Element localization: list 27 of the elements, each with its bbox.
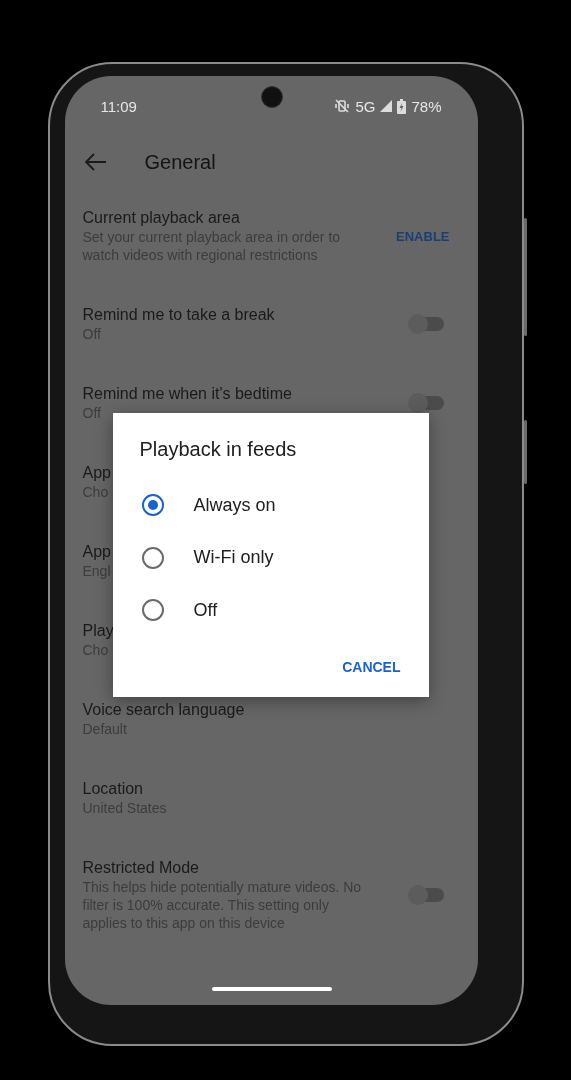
battery-level: 78% bbox=[411, 97, 442, 115]
setting-title[interactable]: Location bbox=[82, 779, 365, 799]
setting-title[interactable]: Remind me to take a break bbox=[82, 305, 365, 325]
battery-icon bbox=[397, 98, 407, 114]
toggle-switch[interactable] bbox=[409, 396, 444, 410]
enable-link[interactable]: ENABLE bbox=[396, 228, 450, 244]
page-title: General bbox=[144, 150, 216, 174]
setting-title[interactable]: Current playback area bbox=[82, 208, 365, 228]
radio-button[interactable] bbox=[141, 546, 164, 569]
setting-title[interactable]: Restricted Mode bbox=[82, 858, 365, 878]
option-label[interactable]: Off bbox=[193, 599, 218, 621]
setting-title[interactable]: Voice search language bbox=[82, 700, 365, 720]
setting-title[interactable]: Remind me when it's bedtime bbox=[82, 384, 365, 404]
network-label: 5G bbox=[355, 97, 376, 115]
camera-hole bbox=[260, 86, 283, 108]
status-time: 11:09 bbox=[100, 97, 137, 115]
toggle-switch[interactable] bbox=[409, 317, 444, 331]
radio-button[interactable] bbox=[141, 599, 164, 622]
vibrate-off-icon bbox=[334, 98, 351, 114]
signal-icon bbox=[380, 100, 393, 112]
option-label[interactable]: Wi-Fi only bbox=[193, 547, 274, 569]
dialog-title: Playback in feeds bbox=[138, 437, 298, 462]
radio-button[interactable] bbox=[141, 494, 164, 517]
option-label[interactable]: Always on bbox=[193, 494, 276, 516]
cancel-button[interactable]: CANCEL bbox=[338, 652, 405, 681]
back-icon[interactable] bbox=[84, 153, 107, 171]
toggle-switch[interactable] bbox=[409, 888, 444, 902]
